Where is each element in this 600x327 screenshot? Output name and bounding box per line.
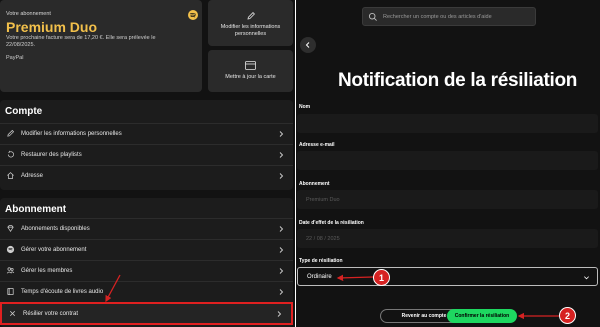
update-card-label: Mettre à jour la carte [225, 74, 276, 80]
account-section-title: Compte [5, 106, 43, 117]
subscription-item-label: Abonnements disponibles [21, 225, 90, 232]
chevron-right-icon [279, 267, 284, 274]
plan-name: Premium Duo [6, 19, 98, 35]
cancel-contract-item[interactable]: Résilier votre contrat [0, 302, 293, 325]
chevron-right-icon [279, 151, 284, 158]
confirm-cancellation-button[interactable]: Confirmer la résiliation [447, 309, 517, 323]
subscription-item-manage-plan[interactable]: Gérer votre abonnement [0, 239, 293, 259]
help-search-bar[interactable]: Rechercher un compte ou des articles d'a… [362, 7, 536, 26]
subscription-field: Premium Duo [297, 190, 598, 209]
cancellation-type-label: Type de résiliation [299, 258, 343, 264]
account-section: Compte Modifier les informations personn… [0, 100, 293, 190]
email-field [297, 151, 598, 170]
account-overview-panel: Votre abonnement Premium Duo Votre proch… [0, 0, 295, 327]
diamond-icon [5, 224, 15, 234]
chevron-right-icon [279, 172, 284, 179]
close-icon [7, 309, 17, 319]
subscription-item-label: Gérer les membres [21, 267, 73, 274]
account-item-edit-info[interactable]: Modifier les informations personnelles [0, 123, 293, 143]
effective-date-label: Date d'effet de la résiliation [299, 220, 364, 226]
spotify-icon [5, 245, 15, 255]
chevron-right-icon [279, 246, 284, 253]
credit-card-icon [245, 61, 256, 70]
account-item-label: Adresse [21, 172, 44, 179]
name-field [297, 114, 598, 133]
search-placeholder: Rechercher un compte ou des articles d'a… [383, 13, 492, 20]
account-item-label: Restaurer des playlists [21, 151, 82, 158]
cancellation-form-panel: Rechercher un compte ou des articles d'a… [296, 0, 600, 327]
annotation-badge-2: 2 [559, 307, 576, 324]
edit-info-card[interactable]: Modifier les informations personnelles [208, 0, 293, 46]
chevron-right-icon [277, 310, 282, 317]
update-card-card[interactable]: Mettre à jour la carte [208, 50, 293, 92]
email-label: Adresse e-mail [299, 142, 335, 148]
subscription-label: Abonnement [299, 181, 330, 187]
account-item-restore-playlists[interactable]: Restaurer des playlists [0, 144, 293, 164]
members-icon [5, 266, 15, 276]
subscription-item-manage-members[interactable]: Gérer les membres [0, 260, 293, 280]
subscription-item-audiobook-time[interactable]: Temps d'écoute de livres audio [0, 281, 293, 301]
page-title: Notification de la résiliation [338, 70, 578, 91]
chevron-left-icon [305, 42, 310, 48]
book-icon [5, 287, 15, 297]
home-icon [5, 171, 15, 181]
cancellation-type-value: Ordinaire [307, 273, 332, 280]
subscription-item-label: Gérer votre abonnement [21, 246, 87, 253]
subscription-item-label: Temps d'écoute de livres audio [21, 288, 104, 295]
name-label: Nom [299, 104, 311, 110]
payment-method: PayPal [6, 55, 24, 61]
cancel-contract-label: Résilier votre contrat [23, 310, 79, 317]
subscription-section-title: Abonnement [5, 204, 67, 215]
search-icon [368, 12, 377, 21]
back-button[interactable] [300, 37, 316, 53]
chevron-right-icon [279, 130, 284, 137]
subscription-section: Abonnement Abonnements disponibles Gérer… [0, 198, 293, 327]
pencil-icon [5, 129, 15, 139]
spotify-logo-icon [188, 10, 198, 20]
account-item-address[interactable]: Adresse [0, 165, 293, 185]
subscription-item-available-plans[interactable]: Abonnements disponibles [0, 218, 293, 238]
plan-kicker: Votre abonnement [6, 11, 51, 17]
effective-date-field: 22 / 08 / 2025 [297, 229, 598, 248]
restore-icon [5, 150, 15, 160]
chevron-right-icon [279, 288, 284, 295]
cancellation-type-select[interactable]: Ordinaire [297, 267, 598, 286]
plan-description: Votre prochaine facture sera de 17,20 €.… [6, 35, 156, 48]
chevron-down-icon [584, 276, 589, 280]
chevron-right-icon [279, 225, 284, 232]
account-item-label: Modifier les informations personnelles [21, 130, 122, 137]
annotation-badge-1: 1 [373, 269, 390, 286]
plan-card: Votre abonnement Premium Duo Votre proch… [0, 0, 202, 92]
edit-info-label: Modifier les informations personnelles [220, 24, 281, 37]
pencil-icon [246, 12, 255, 20]
